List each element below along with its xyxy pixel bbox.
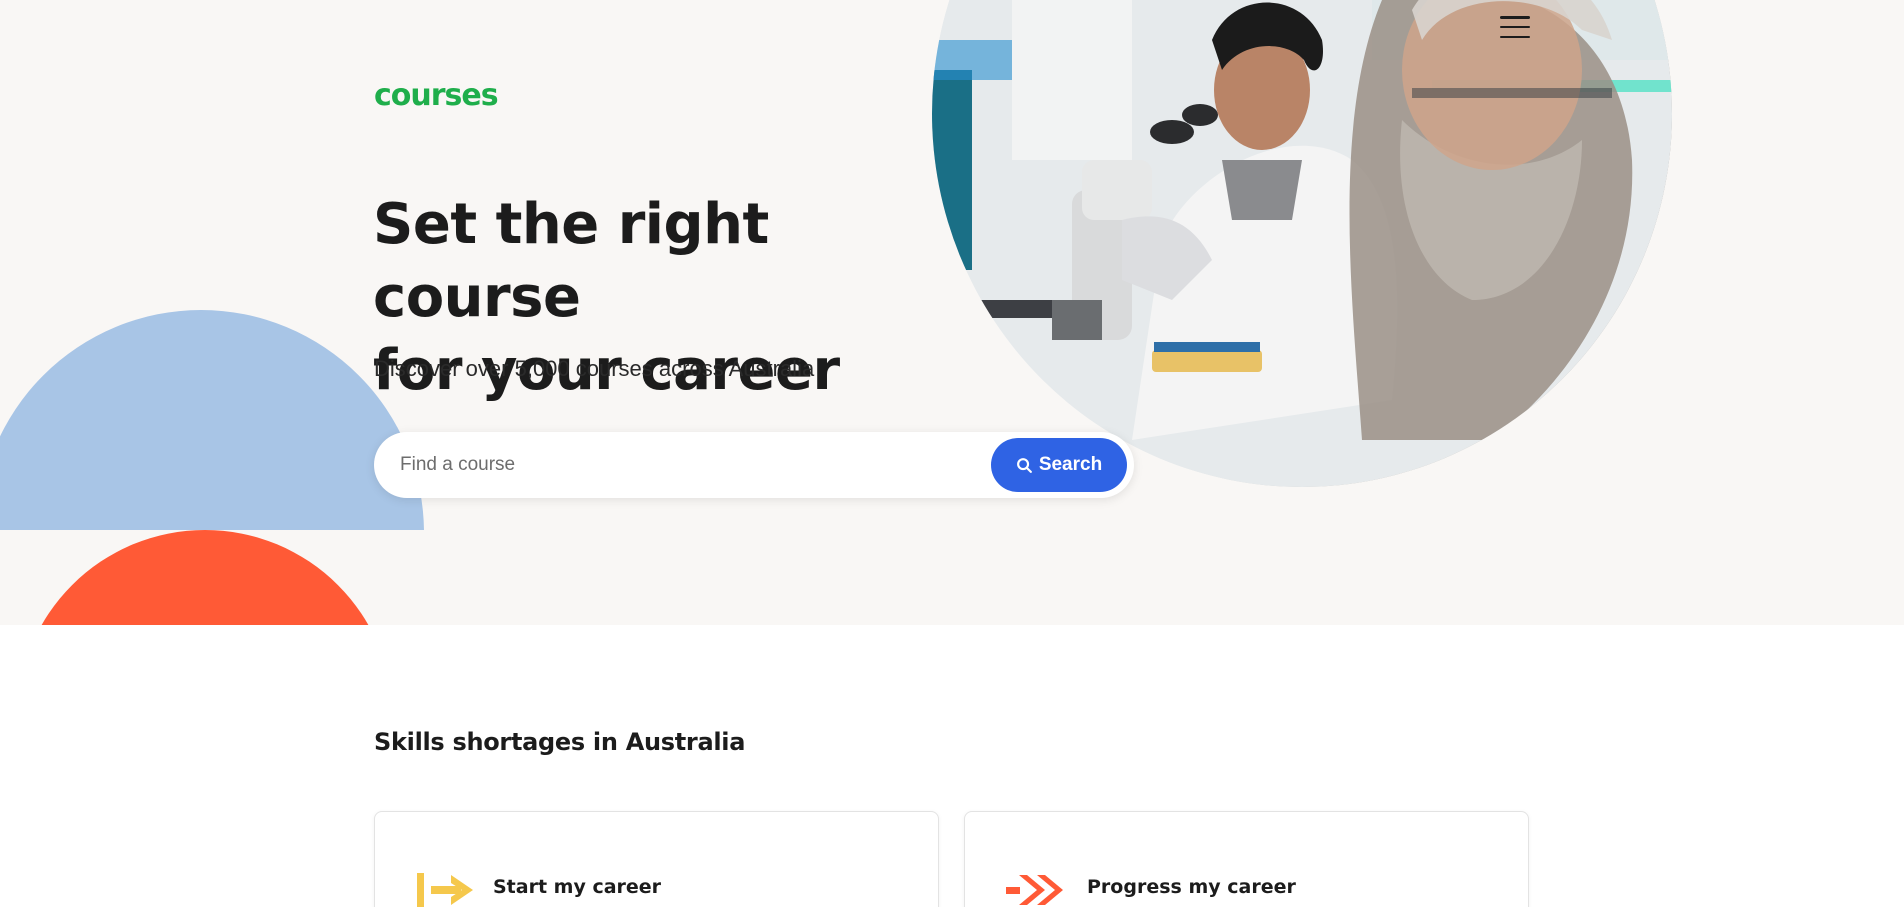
start-my-career-card[interactable]: Start my career — [374, 811, 939, 907]
hero-headline-line1: Set the right course — [373, 192, 769, 330]
search-button-label: Search — [1038, 454, 1103, 475]
courses-logo[interactable]: courses — [374, 78, 499, 113]
hero-subheading: Discover over 5,000 courses across Austr… — [374, 356, 815, 381]
search-button[interactable]: Search — [991, 438, 1127, 492]
hero-photo — [932, 0, 1672, 487]
card-label: Start my career — [493, 876, 662, 898]
search-icon — [1016, 457, 1032, 473]
search-input[interactable] — [400, 450, 1000, 480]
decorative-red-semicircle — [0, 530, 430, 625]
double-chevron-right-icon — [1006, 875, 1063, 905]
course-search-bar: Search — [374, 432, 1134, 498]
decorative-blue-semicircle — [0, 0, 430, 530]
hero-section: courses Set the right course for your ca… — [0, 0, 1904, 625]
card-label: Progress my career — [1087, 876, 1296, 898]
skills-shortages-title: Skills shortages in Australia — [374, 728, 746, 756]
progress-my-career-card[interactable]: Progress my career — [964, 811, 1529, 907]
arrow-right-icon — [417, 873, 473, 907]
hamburger-menu-icon[interactable] — [1498, 14, 1532, 40]
